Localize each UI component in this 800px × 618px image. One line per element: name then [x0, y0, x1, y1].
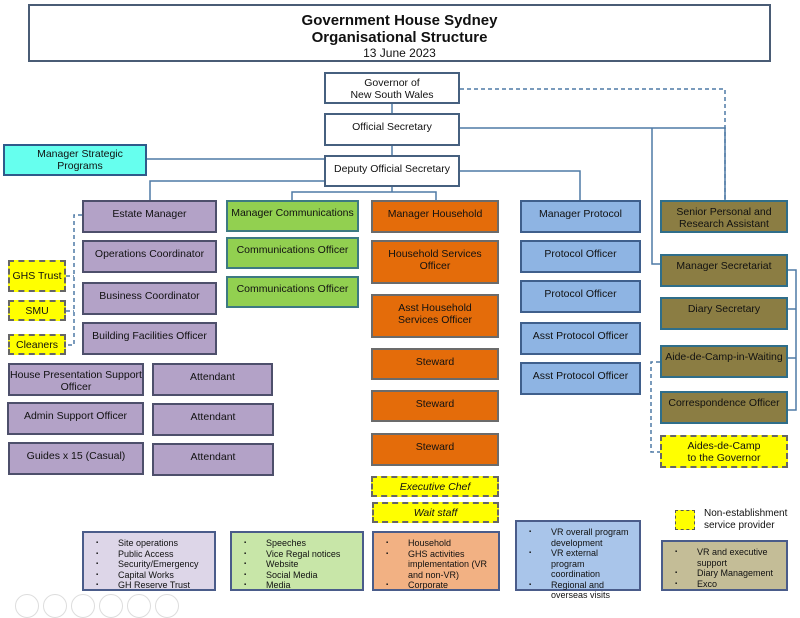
box-official-secretary: Official Secretary — [324, 113, 460, 146]
box-aide-de-camp-in-waiting: Aide-de-Camp-in-Waiting — [660, 345, 788, 378]
connector-deputy-protocol — [460, 170, 581, 200]
box-business-coordinator: Business Coordinator — [82, 282, 217, 315]
box-building-facilities-officer: Building Facilities Officer — [82, 322, 217, 355]
note-item: Household — [386, 538, 492, 549]
watermark-circle — [43, 594, 67, 618]
box-provider-aides-de-camp: Aides-de-Camp to the Governor — [660, 435, 788, 468]
box-provider-wait-staff: Wait staff — [372, 502, 499, 523]
note-item: Social Media — [244, 570, 356, 581]
note-item: Public Access — [96, 549, 208, 560]
box-provider-executive-chef: Executive Chef — [371, 476, 499, 497]
box-admin-support-officer: Admin Support Officer — [7, 402, 144, 435]
note-estate-responsibilities: Site operations Public Access Security/E… — [82, 531, 216, 591]
note-secretariat-responsibilities: VR and executive support Diary Managemen… — [661, 540, 788, 591]
connector-governor-senior-assistant-dashed — [460, 88, 726, 200]
box-protocol-officer-1: Protocol Officer — [520, 240, 641, 273]
note-item: Exco — [675, 579, 780, 590]
note-item: GHS activities implementation (VR and no… — [386, 549, 492, 581]
box-guides-casual: Guides x 15 (Casual) — [8, 442, 144, 475]
box-manager-household: Manager Household — [371, 200, 499, 233]
note-item: Site operations — [96, 538, 208, 549]
box-estate-manager: Estate Manager — [82, 200, 217, 233]
note-item: Website — [244, 559, 356, 570]
box-steward-2: Steward — [371, 390, 499, 422]
page-title: Government House Sydney — [301, 12, 498, 29]
box-diary-secretary: Diary Secretary — [660, 297, 788, 330]
note-item: Vice Regal notices — [244, 549, 356, 560]
connector-official-senior-assistant — [460, 127, 726, 200]
box-asst-protocol-officer-2: Asst Protocol Officer — [520, 362, 641, 395]
box-provider-ghs-trust: GHS Trust — [8, 260, 66, 292]
watermark-circle — [15, 594, 39, 618]
box-attendant-3: Attendant — [152, 443, 274, 476]
note-item: GH Reserve Trust — [96, 580, 208, 591]
box-correspondence-officer: Correspondence Officer — [660, 391, 788, 424]
box-communications-officer-1: Communications Officer — [226, 237, 359, 269]
note-item: VR external program coordination — [529, 548, 633, 580]
connector-estate-providers-dashed — [66, 214, 82, 346]
connector-official-secretariat — [651, 128, 660, 265]
box-senior-personal-research-assistant: Senior Personal and Research Assistant — [660, 200, 788, 233]
note-item: VR and executive support — [675, 547, 780, 568]
box-steward-1: Steward — [371, 348, 499, 380]
box-governor: Governor of New South Wales — [324, 72, 460, 104]
box-protocol-officer-2: Protocol Officer — [520, 280, 641, 313]
watermark-circle — [127, 594, 151, 618]
note-item: VR overall program development — [529, 527, 633, 548]
page-date: 13 June 2023 — [363, 46, 436, 60]
box-manager-protocol: Manager Protocol — [520, 200, 641, 233]
note-item: Corporate — [386, 580, 492, 591]
box-provider-cleaners: Cleaners — [8, 334, 66, 355]
box-manager-strategic-programs: Manager Strategic Programs — [3, 144, 147, 176]
watermark-circle — [71, 594, 95, 618]
box-attendant-1: Attendant — [152, 363, 273, 396]
note-item: Media — [244, 580, 356, 591]
connector-secretariat-bracket — [788, 269, 797, 411]
box-asst-household-services-officer: Asst Household Services Officer — [371, 294, 499, 338]
title-box: Government House Sydney Organisational S… — [28, 4, 771, 62]
legend-label: Non-establishment service provider — [704, 508, 788, 531]
box-steward-3: Steward — [371, 433, 499, 466]
box-manager-communications: Manager Communications — [226, 200, 359, 232]
connector-deputy-estate — [149, 180, 324, 200]
note-item: Security/Emergency — [96, 559, 208, 570]
box-provider-smu: SMU — [8, 300, 66, 321]
box-asst-protocol-officer-1: Asst Protocol Officer — [520, 322, 641, 355]
note-communications-responsibilities: Speeches Vice Regal notices Website Soci… — [230, 531, 364, 591]
connector-adc-dashed — [650, 361, 660, 453]
box-house-presentation-support-officer: House Presentation Support Officer — [8, 363, 144, 396]
page-subtitle: Organisational Structure — [311, 29, 488, 46]
watermark-circle — [155, 594, 179, 618]
box-communications-officer-2: Communications Officer — [226, 276, 359, 308]
box-manager-secretariat: Manager Secretariat — [660, 254, 788, 287]
box-deputy-official-secretary: Deputy Official Secretary — [324, 155, 460, 187]
connector-deputy-comms-household — [291, 191, 437, 200]
note-item: Speeches — [244, 538, 356, 549]
note-item: Capital Works — [96, 570, 208, 581]
box-operations-coordinator: Operations Coordinator — [82, 240, 217, 273]
box-attendant-2: Attendant — [152, 403, 274, 436]
box-household-services-officer: Household Services Officer — [371, 240, 499, 284]
note-household-responsibilities: Household GHS activities implementation … — [372, 531, 500, 591]
watermark-circle — [99, 594, 123, 618]
note-item: Regional and overseas visits — [529, 580, 633, 601]
legend-swatch-provider — [675, 510, 695, 530]
note-protocol-responsibilities: VR overall program development VR extern… — [515, 520, 641, 600]
note-item: Diary Management — [675, 568, 780, 579]
